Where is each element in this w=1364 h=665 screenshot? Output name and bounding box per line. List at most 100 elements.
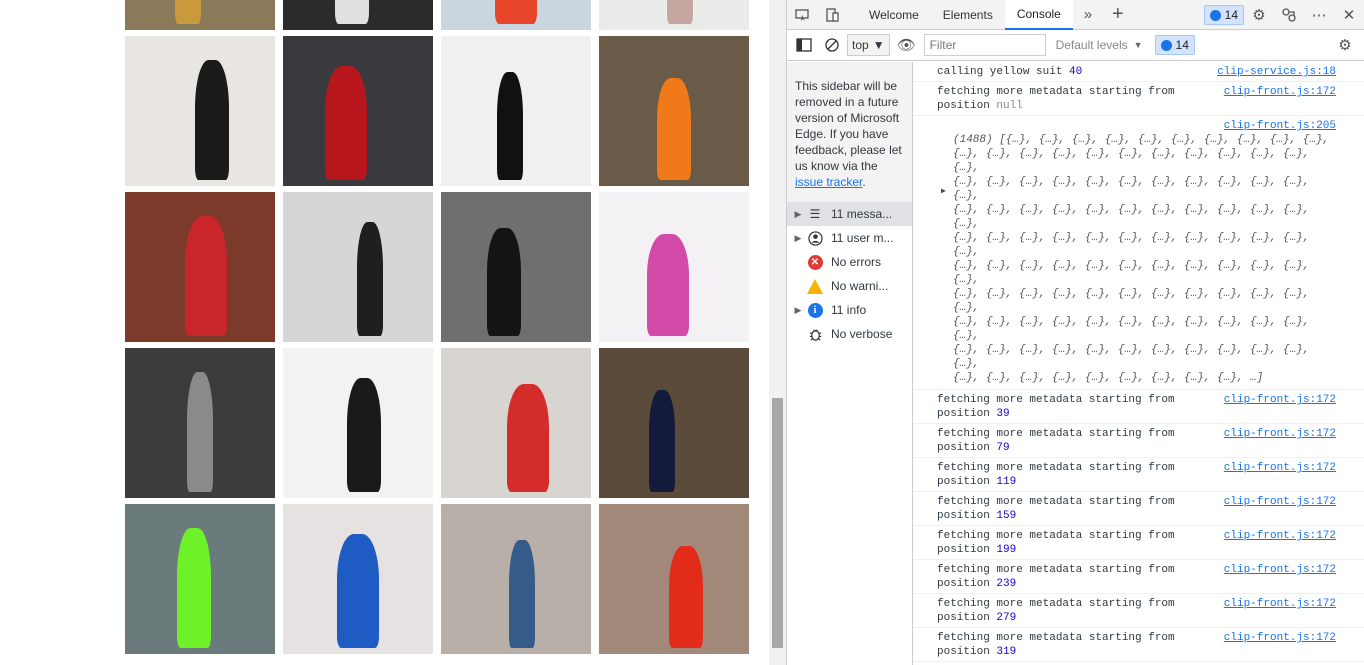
product-thumbnail[interactable] <box>599 348 749 498</box>
fetch-messages: fetching more metadata starting from posi… <box>913 390 1364 662</box>
product-thumbnail[interactable] <box>283 0 433 30</box>
product-thumbnail[interactable] <box>441 0 591 30</box>
model-figure <box>347 378 381 492</box>
product-thumbnail[interactable] <box>441 192 591 342</box>
live-expression-icon[interactable]: 👁 <box>892 30 922 60</box>
product-thumbnail[interactable] <box>441 504 591 654</box>
array-line: {…}, {…}, {…}, {…}, {…}, {…}, {…}, {…}, … <box>953 232 1310 258</box>
expand-icon[interactable]: ▶ <box>791 209 805 220</box>
clear-console-icon[interactable] <box>819 30 845 60</box>
warning-icon <box>807 278 823 294</box>
connect-icon[interactable] <box>1274 0 1304 30</box>
source-link[interactable]: clip-front.js:205 <box>1224 119 1336 133</box>
array-preview: (1488) [{…}, {…}, {…}, {…}, {…}, {…}, {…… <box>937 119 1336 385</box>
source-link[interactable]: clip-front.js:172 <box>1224 631 1336 645</box>
product-thumbnail[interactable] <box>599 36 749 186</box>
levels-label: Default levels <box>1055 38 1128 52</box>
issue-icon <box>1160 39 1172 51</box>
product-thumbnail[interactable] <box>283 192 433 342</box>
console-message: fetching more metadata starting from posi… <box>913 526 1364 560</box>
model-figure <box>667 0 693 24</box>
log-levels-select[interactable]: Default levels ▼ <box>1056 38 1143 52</box>
console-message: calling yellow suit 40 clip-service.js:1… <box>913 62 1364 82</box>
notice-end: . <box>862 175 866 189</box>
issue-tracker-link[interactable]: issue tracker <box>795 175 862 189</box>
product-thumbnail[interactable] <box>283 504 433 654</box>
list-icon: ☰ <box>809 207 821 221</box>
devtools-tabbar: Welcome Elements Console » + 14 ⚙ ⋯ ✕ <box>787 0 1364 30</box>
image-grid <box>125 0 749 654</box>
array-line: {…}, {…}, {…}, {…}, {…}, {…}, {…}, {…}, … <box>953 372 1264 384</box>
close-icon[interactable]: ✕ <box>1334 0 1364 30</box>
product-thumbnail[interactable] <box>125 504 275 654</box>
settings-icon[interactable]: ⚙ <box>1244 0 1274 30</box>
context-select[interactable]: top ▼ <box>847 34 890 56</box>
sidebar-item-errors[interactable]: ✕ No errors <box>787 250 912 274</box>
source-link[interactable]: clip-front.js:172 <box>1224 563 1336 577</box>
model-figure <box>175 0 201 24</box>
source-link[interactable]: clip-front.js:172 <box>1224 529 1336 543</box>
array-line: {…}, {…}, {…}, {…}, {…}, {…}, {…}, {…}, … <box>953 288 1310 314</box>
message-text: position <box>937 612 997 624</box>
message-null: null <box>996 100 1023 112</box>
chevron-down-icon: ▼ <box>1133 40 1143 50</box>
model-figure <box>507 384 549 492</box>
expand-array-icon[interactable]: ▶ <box>941 185 946 199</box>
source-link[interactable]: clip-front.js:172 <box>1224 427 1336 441</box>
message-number: 119 <box>996 476 1017 488</box>
product-thumbnail[interactable] <box>283 36 433 186</box>
message-text: position <box>937 408 997 420</box>
device-emulation-icon[interactable] <box>787 0 817 30</box>
product-thumbnail[interactable] <box>125 348 275 498</box>
product-thumbnail[interactable] <box>125 0 275 30</box>
console-settings-icon[interactable]: ⚙ <box>1330 30 1360 60</box>
model-figure <box>495 0 537 24</box>
more-tabs-icon[interactable]: » <box>1073 0 1103 30</box>
tab-elements[interactable]: Elements <box>931 0 1005 30</box>
source-link[interactable]: clip-front.js:172 <box>1224 85 1336 99</box>
scrollbar-thumb[interactable] <box>772 398 783 648</box>
product-thumbnail[interactable] <box>283 348 433 498</box>
source-link[interactable]: clip-front.js:172 <box>1224 461 1336 475</box>
message-text: position <box>937 510 997 522</box>
product-thumbnail[interactable] <box>125 36 275 186</box>
message-number: 40 <box>1069 66 1083 78</box>
source-link[interactable]: clip-front.js:172 <box>1224 495 1336 509</box>
source-link[interactable]: clip-front.js:172 <box>1224 597 1336 611</box>
more-options-icon[interactable]: ⋯ <box>1304 0 1334 30</box>
add-tab-icon[interactable]: + <box>1103 0 1133 30</box>
product-thumbnail[interactable] <box>441 36 591 186</box>
sidebar-item-user-messages[interactable]: ▶ 11 user m... <box>787 226 912 250</box>
user-icon <box>805 230 825 246</box>
sidebar-toggle-icon[interactable] <box>791 30 817 60</box>
product-thumbnail[interactable] <box>599 192 749 342</box>
sidebar-item-warnings[interactable]: No warni... <box>787 274 912 298</box>
sidebar-item-info[interactable]: ▶ i 11 info <box>787 298 912 322</box>
tab-console[interactable]: Console <box>1004 0 1073 30</box>
console-array-message[interactable]: clip-front.js:205 ▶ (1488) [{…}, {…}, {…… <box>913 116 1364 390</box>
product-thumbnail[interactable] <box>599 504 749 654</box>
issues-badge[interactable]: 14 <box>1203 5 1244 25</box>
message-number: 39 <box>996 408 1010 420</box>
product-thumbnail[interactable] <box>441 348 591 498</box>
console-message: fetching more metadata starting from posi… <box>913 594 1364 628</box>
tab-welcome[interactable]: Welcome <box>857 0 931 30</box>
filter-input[interactable] <box>923 34 1046 56</box>
source-link[interactable]: clip-service.js:18 <box>1217 65 1336 79</box>
sidebar-item-verbose[interactable]: No verbose <box>787 322 912 346</box>
toolbar-issues-badge[interactable]: 14 <box>1154 35 1195 55</box>
sidebar-item-messages[interactable]: ▶ ☰ 11 messa... <box>787 202 912 226</box>
source-link[interactable]: clip-front.js:172 <box>1224 393 1336 407</box>
inspect-device-icon[interactable] <box>817 0 847 30</box>
sidebar-item-label: 11 info <box>831 303 867 317</box>
expand-icon[interactable]: ▶ <box>791 233 805 244</box>
product-thumbnail[interactable] <box>599 0 749 30</box>
message-text: calling yellow suit <box>937 66 1070 78</box>
console-output[interactable]: calling yellow suit 40 clip-service.js:1… <box>913 62 1364 665</box>
message-text: position <box>937 646 997 658</box>
expand-icon[interactable]: ▶ <box>791 305 805 316</box>
model-figure <box>357 222 383 336</box>
message-number: 199 <box>996 544 1017 556</box>
product-thumbnail[interactable] <box>125 192 275 342</box>
page-scrollbar[interactable] <box>769 0 786 665</box>
